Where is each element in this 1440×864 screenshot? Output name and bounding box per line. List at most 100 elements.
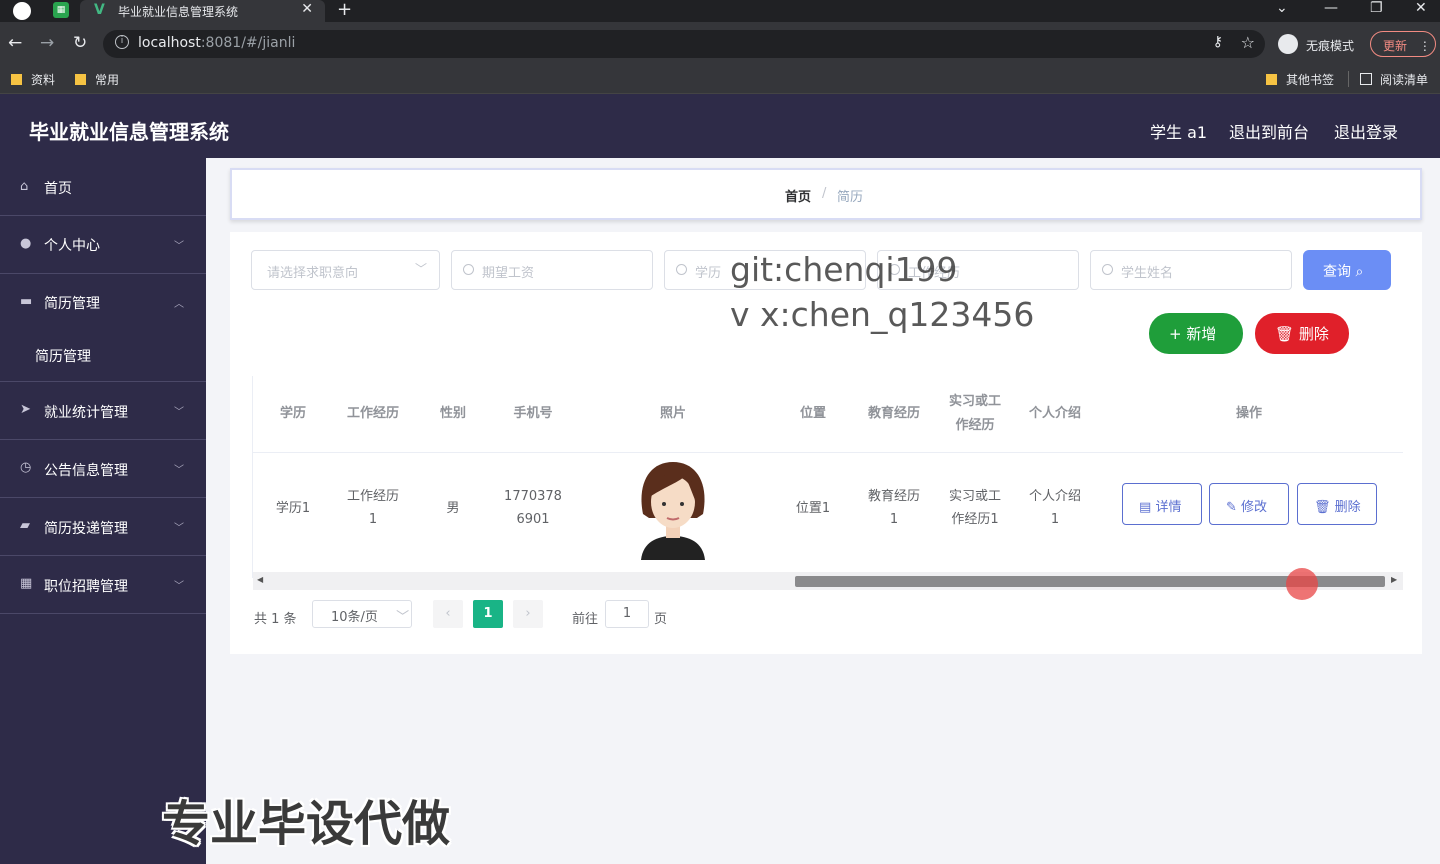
reload-icon[interactable]: ↻: [73, 33, 87, 53]
add-label: 新增: [1186, 325, 1217, 343]
sidebar-item-announcements[interactable]: ◷ 公告信息管理 ﹀: [0, 440, 206, 498]
reading-list[interactable]: 阅读清单: [1360, 71, 1428, 88]
row-delete-button[interactable]: 🗑 删除: [1297, 483, 1377, 525]
user-name[interactable]: 学生 a1: [1150, 119, 1207, 143]
breadcrumb-separator: /: [822, 186, 827, 201]
page-size-select[interactable]: 10条/页 ﹀: [312, 600, 412, 628]
sidebar: ⌂ 首页 ● 个人中心 ﹀ ▬ 简历管理 ︿ 简历管理 ➤ 就业统计管理 ﹀ ◷…: [0, 158, 206, 864]
star-icon[interactable]: ☆: [1241, 33, 1255, 52]
chevron-down-icon: ﹀: [174, 581, 184, 592]
prev-page-button[interactable]: ‹: [433, 600, 463, 628]
watermark-bottom: 专业毕设代做: [162, 796, 451, 852]
active-browser-tab[interactable]: V 毕业就业信息管理系统 ✕: [80, 0, 325, 22]
current-page-button[interactable]: 1: [473, 600, 503, 628]
app-title: 毕业就业信息管理系统: [29, 120, 229, 144]
incognito-icon[interactable]: [1278, 34, 1298, 54]
input-placeholder: 学历: [695, 266, 722, 281]
column-header: 工作经历: [346, 406, 399, 421]
sidebar-item-label: 简历管理: [44, 296, 100, 312]
watermark-line2: v x:chen_q123456: [730, 295, 1035, 334]
close-tab-icon[interactable]: ✕: [301, 1, 313, 17]
sidebar-item-job-recruit[interactable]: ▦ 职位招聘管理 ﹀: [0, 556, 206, 614]
detail-button[interactable]: ▤ 详情: [1122, 483, 1202, 525]
table-cell: 工作经历 1: [346, 489, 399, 527]
restore-icon[interactable]: ❐: [1370, 0, 1383, 16]
column-header: 照片: [659, 406, 686, 421]
vue-icon: V: [94, 2, 105, 18]
bookmark-folder[interactable]: 常用: [75, 71, 119, 88]
table-cell: 男: [446, 500, 460, 516]
tab-title: 毕业就业信息管理系统: [118, 5, 239, 19]
column-header: 教育经历: [867, 406, 920, 421]
sidebar-item-personal[interactable]: ● 个人中心 ﹀: [0, 216, 206, 274]
clock-icon: ◷: [20, 460, 32, 475]
url-bar[interactable]: i localhost:8081/#/jianli ⚷ ☆: [103, 30, 1265, 58]
select-placeholder: 请选择求职意向: [267, 266, 359, 281]
table-cell: 个人介绍 1: [1028, 489, 1081, 527]
bookmark-label: 阅读清单: [1380, 73, 1429, 87]
delete-button[interactable]: 🗑 删除: [1255, 313, 1349, 354]
next-page-button[interactable]: ›: [513, 600, 543, 628]
chevron-down-icon[interactable]: ⌄: [1276, 0, 1288, 16]
key-icon[interactable]: ⚷: [1213, 34, 1223, 50]
edit-icon: ✎: [1226, 500, 1237, 515]
horizontal-scrollbar[interactable]: ◀ ▶: [253, 572, 1403, 590]
goto-page-input[interactable]: 1: [605, 600, 649, 628]
bookmark-folder[interactable]: 资料: [11, 71, 55, 88]
table-cell: 实习或工 作经历1: [948, 489, 1001, 527]
chevron-down-icon: ﹀: [174, 241, 184, 252]
scroll-right-icon[interactable]: ▶: [1391, 575, 1397, 584]
query-label: 查询: [1323, 264, 1351, 280]
salary-input[interactable]: 期望工资: [451, 250, 653, 290]
column-header: 个人介绍: [1028, 406, 1081, 421]
table-cell: 教育经历 1: [867, 489, 920, 527]
edit-button[interactable]: ✎ 修改: [1209, 483, 1289, 525]
edit-label: 修改: [1241, 500, 1268, 515]
chevron-down-icon: ﹀: [174, 523, 184, 534]
app-tab-icon[interactable]: ▦: [53, 2, 69, 18]
table-cell: 学历1: [275, 500, 311, 516]
query-button[interactable]: 查询 ⌕: [1303, 250, 1391, 290]
update-button[interactable]: 更新 ⋮: [1370, 31, 1436, 57]
submenu-item-resume[interactable]: 简历管理: [35, 346, 91, 366]
url-path: :8081/#/jianli: [200, 35, 296, 51]
close-window-icon[interactable]: ✕: [1415, 0, 1427, 16]
app-header: 毕业就业信息管理系统 学生 a1 退出到前台 退出登录: [0, 94, 1440, 158]
sidebar-item-employment-stats[interactable]: ➤ 就业统计管理 ﹀: [0, 382, 206, 440]
url-text[interactable]: localhost:8081/#/jianli: [138, 35, 295, 51]
chevron-down-icon: ﹀: [396, 610, 410, 625]
student-name-input[interactable]: 学生姓名: [1090, 250, 1292, 290]
more-icon[interactable]: ⋮: [1419, 39, 1431, 53]
search-icon: [1102, 264, 1113, 275]
table-cell: 1770378 6901: [504, 489, 562, 527]
add-button[interactable]: + 新增: [1149, 313, 1243, 354]
search-icon: [676, 264, 687, 275]
minimize-icon[interactable]: —: [1324, 0, 1338, 16]
sidebar-item-home[interactable]: ⌂ 首页: [0, 158, 206, 216]
document-icon: ▬: [20, 294, 33, 309]
info-icon[interactable]: i: [115, 35, 129, 49]
pagination-total: 共 1 条: [254, 612, 297, 627]
column-header: 位置: [799, 406, 826, 421]
other-bookmarks[interactable]: 其他书签: [1266, 71, 1334, 88]
folder-icon: [75, 74, 86, 85]
sidebar-item-label: 简历投递管理: [44, 521, 128, 537]
sidebar-item-resume[interactable]: ▬ 简历管理 ︿ 简历管理: [0, 274, 206, 382]
page-size-value: 10条/页: [331, 610, 378, 625]
chevron-down-icon: ﹀: [414, 262, 427, 276]
chevron-up-icon: ︿: [174, 299, 184, 310]
job-direction-select[interactable]: 请选择求职意向 ﹀: [251, 250, 440, 290]
scroll-left-icon[interactable]: ◀: [257, 575, 263, 584]
breadcrumb-current: 简历: [837, 190, 864, 205]
goto-label: 前往: [572, 612, 599, 627]
logout-link[interactable]: 退出登录: [1334, 119, 1398, 143]
back-icon[interactable]: ←: [8, 33, 22, 53]
breadcrumb-home[interactable]: 首页: [785, 186, 811, 205]
new-tab-icon[interactable]: +: [337, 0, 352, 20]
browser-tabbar: ▦ V 毕业就业信息管理系统 ✕ + ⌄ — ❐ ✕: [0, 0, 1440, 22]
sidebar-item-resume-delivery[interactable]: ▰ 简历投递管理 ﹀: [0, 498, 206, 556]
browser-icon[interactable]: [13, 2, 31, 20]
forward-icon[interactable]: →: [40, 33, 54, 53]
breadcrumb: 首页 / 简历: [230, 168, 1422, 220]
back-to-frontend-link[interactable]: 退出到前台: [1229, 119, 1309, 143]
